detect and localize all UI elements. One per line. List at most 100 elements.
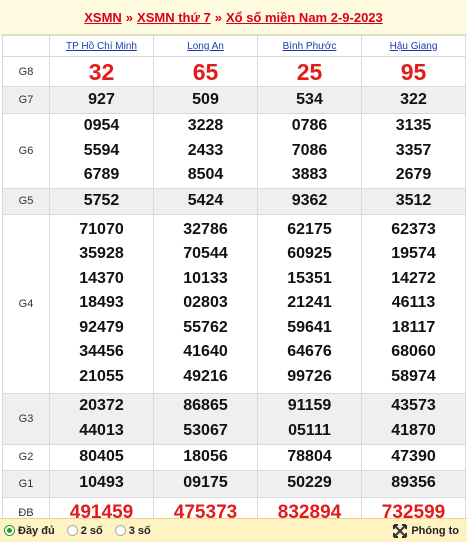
prize-cell: 50229 (257, 469, 362, 498)
prize-cell: 5752 (49, 187, 154, 215)
province-header: Bình Phước (257, 35, 362, 57)
prize-cell: 91159 05111 (257, 392, 362, 445)
option-full[interactable]: Đầy đủ (4, 525, 55, 537)
prize-number: 8504 (187, 166, 224, 183)
prize-number: 78804 (287, 447, 332, 465)
display-options-bar: Đầy đủ 2 số 3 số Phóng to (0, 518, 467, 542)
prize-row-g1: G1 10493 09175 50229 89356 (2, 469, 466, 498)
prize-number: 35928 (79, 245, 124, 263)
prize-number: 927 (88, 90, 115, 108)
prize-number: 0786 (291, 117, 328, 134)
prize-label: G2 (2, 443, 50, 471)
prize-number: 41870 (391, 421, 436, 439)
prize-number: 3357 (395, 141, 432, 159)
prize-number: 10493 (79, 474, 124, 492)
prize-cell: 32 (49, 56, 154, 87)
prize-cell: 509 (153, 86, 258, 114)
prize-number: 3883 (291, 166, 328, 183)
breadcrumb-separator: » (214, 9, 222, 25)
prize-row-g3: G3 20372 44013 86865 53067 91159 05111 43573 418… (2, 392, 466, 445)
zoom-label: Phóng to (411, 524, 459, 537)
prize-cell: 927 (49, 86, 154, 114)
prize-label: G8 (2, 56, 50, 87)
prize-number: 0954 (83, 117, 120, 134)
prize-cell: 43573 41870 (361, 392, 466, 445)
prize-cell: 65 (153, 56, 258, 87)
prize-number: 18117 (391, 318, 436, 336)
prize-number: 6789 (83, 166, 120, 183)
prize-cell: 3135 3357 2679 (361, 113, 466, 189)
radio-selected-icon[interactable] (4, 525, 15, 536)
prize-cell: 89356 (361, 469, 466, 498)
prize-number: 71070 (79, 220, 124, 238)
prize-number: 14272 (391, 269, 436, 287)
prize-number: 62373 (391, 220, 436, 238)
prize-number: 44013 (79, 421, 124, 439)
header-corner (2, 35, 50, 57)
prize-cell: 80405 (49, 443, 154, 471)
province-link-hcm[interactable]: TP Hồ Chí Minh (66, 41, 137, 52)
prize-number: 509 (192, 90, 219, 108)
prize-number: 2433 (187, 141, 224, 159)
breadcrumb-xsmn-link[interactable]: XSMN (84, 10, 122, 25)
prize-number: 62175 (287, 220, 332, 238)
prize-number: 5752 (83, 191, 120, 209)
prize-number: 32786 (183, 220, 228, 238)
expand-arrows-icon (393, 523, 408, 538)
prize-row-g6: G6 0954 5594 6789 3228 2433 8504 0786 7086 3883 31… (2, 113, 466, 189)
prize-number: 34456 (79, 343, 124, 361)
zoom-button[interactable]: Phóng to (393, 523, 459, 538)
option-2-digits[interactable]: 2 số (66, 525, 103, 537)
prize-number: 60925 (287, 245, 332, 263)
prize-number: 91159 (287, 397, 332, 414)
prize-cell: 3512 (361, 187, 466, 215)
prize-number: 15351 (287, 269, 332, 287)
prize-number: 46113 (391, 294, 436, 312)
prize-cell: 9362 (257, 187, 362, 215)
prize-cell: 18056 (153, 443, 258, 471)
option-3-label: 3 số (128, 524, 151, 537)
breadcrumb-separator: » (125, 9, 134, 25)
prize-number: 25 (296, 58, 323, 85)
prize-number: 20372 (79, 397, 124, 414)
prize-number: 02803 (183, 294, 228, 312)
prize-cell: 0786 7086 3883 (257, 113, 362, 189)
prize-cell: 0954 5594 6789 (49, 113, 154, 189)
province-link-binh-phuoc[interactable]: Bình Phước (283, 41, 337, 52)
radio-icon[interactable] (114, 525, 126, 536)
radio-icon[interactable] (66, 525, 78, 536)
prize-number: 49216 (183, 367, 228, 385)
prize-number: 21055 (79, 367, 124, 385)
prize-number: 32 (88, 58, 115, 85)
breadcrumb-date-link[interactable]: Xổ số miền Nam 2-9-2023 (226, 10, 383, 25)
breadcrumb: XSMN » XSMN thứ 7 » Xổ số miền Nam 2-9-2… (0, 0, 467, 35)
prize-cell: 25 (257, 56, 362, 87)
prize-number: 19574 (391, 245, 436, 263)
prize-label: G4 (2, 213, 50, 394)
option-3-digits[interactable]: 3 số (114, 524, 151, 537)
prize-number: 92479 (79, 318, 124, 336)
prize-number: 59641 (287, 318, 332, 336)
breadcrumb-xsmn-saturday-link[interactable]: XSMN thứ 7 (137, 10, 211, 25)
prize-number: 05111 (288, 421, 331, 439)
prize-cell: 86865 53067 (153, 392, 258, 445)
prize-number: 70544 (183, 245, 228, 263)
prize-number: 14370 (79, 269, 124, 287)
prize-table-body: G8 32 65 25 95 G7 927 509 534 322 G6 0954 5594 6789 32… (2, 56, 466, 530)
prize-number: 322 (400, 90, 427, 108)
province-link-long-an[interactable]: Long An (187, 41, 224, 52)
province-header: Hậu Giang (361, 35, 466, 57)
prize-label: G6 (2, 113, 50, 189)
prize-number: 7086 (291, 141, 328, 159)
province-header: Long An (153, 35, 258, 57)
prize-cell: 10493 (49, 469, 154, 498)
prize-number: 55762 (183, 318, 228, 336)
prize-label: G1 (2, 469, 50, 498)
province-link-hau-giang[interactable]: Hậu Giang (390, 41, 438, 52)
prize-number: 58974 (391, 367, 436, 385)
prize-number: 18493 (79, 294, 124, 312)
prize-number: 3228 (187, 117, 224, 134)
prize-cell: 71070 35928 14370 18493 92479 34456 21055 (49, 213, 154, 394)
prize-row-g5: G5 5752 5424 9362 3512 (2, 187, 466, 215)
results-table: TP Hồ Chí Minh Long An Bình Phước Hậu Gi… (2, 35, 466, 530)
